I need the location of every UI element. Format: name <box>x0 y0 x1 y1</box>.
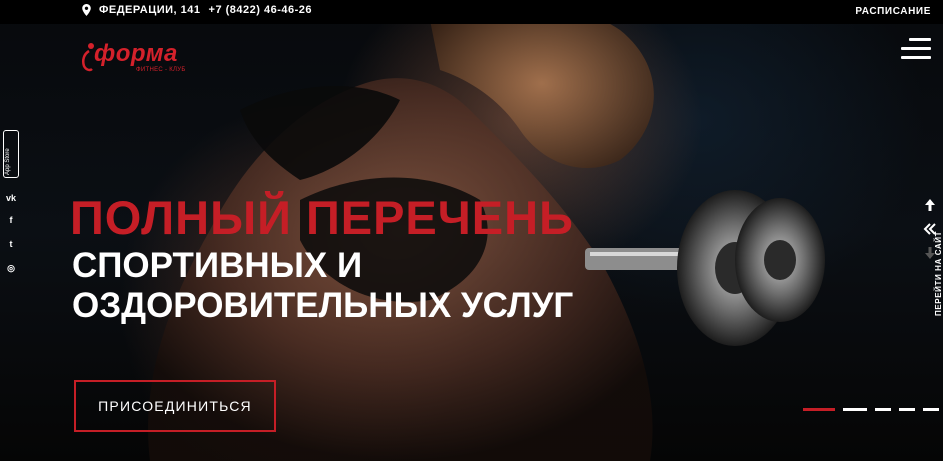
slide-indicator-active[interactable] <box>803 408 835 411</box>
headline-secondary-line-2: ОЗДОРОВИТЕЛЬНЫХ УСЛУГ <box>72 286 574 325</box>
vk-icon[interactable]: vk <box>5 192 17 204</box>
headline-secondary-line-1: СПОРТИВНЫХ И <box>72 246 363 285</box>
slider-pagination <box>803 408 939 411</box>
slide-indicator[interactable] <box>843 408 867 411</box>
schedule-link[interactable]: РАСПИСАНИЕ <box>855 6 931 17</box>
logo-name: форма <box>94 40 178 67</box>
join-button[interactable]: ПРИСОЕДИНИТЬСЯ <box>74 380 276 432</box>
instagram-icon[interactable]: ◎ <box>5 262 17 274</box>
club-logo[interactable]: форма ФИТНЕС - КЛУБ <box>80 40 190 76</box>
slide-indicator[interactable] <box>899 408 915 411</box>
appstore-badge[interactable]: App Store <box>3 130 19 178</box>
location-pin-icon <box>82 4 91 16</box>
go-to-site-scroller[interactable]: ПЕРЕЙТИ НА САЙТ <box>923 176 943 316</box>
phone-link[interactable]: +7 (8422) 46-46-26 <box>209 4 312 16</box>
facebook-icon[interactable]: f <box>5 214 17 226</box>
top-bar: ФЕДЕРАЦИИ, 141 +7 (8422) 46-46-26 РАСПИС… <box>0 0 943 24</box>
appstore-label: App Store <box>5 148 11 175</box>
twitter-icon[interactable]: t <box>5 238 17 250</box>
slide-indicator[interactable] <box>875 408 891 411</box>
contact-info: ФЕДЕРАЦИИ, 141 +7 (8422) 46-46-26 <box>82 4 312 16</box>
slide-indicator[interactable] <box>923 408 939 411</box>
menu-icon[interactable] <box>901 38 931 60</box>
logo-tagline: ФИТНЕС - КЛУБ <box>136 67 186 73</box>
dumbbell-image <box>585 190 825 346</box>
arrow-up-icon[interactable] <box>923 198 937 212</box>
address-text: ФЕДЕРАЦИИ, 141 <box>99 4 201 16</box>
headline-primary: ПОЛНЫЙ ПЕРЕЧЕНЬ <box>70 191 574 244</box>
go-to-site-label: ПЕРЕЙТИ НА САЙТ <box>934 230 943 316</box>
